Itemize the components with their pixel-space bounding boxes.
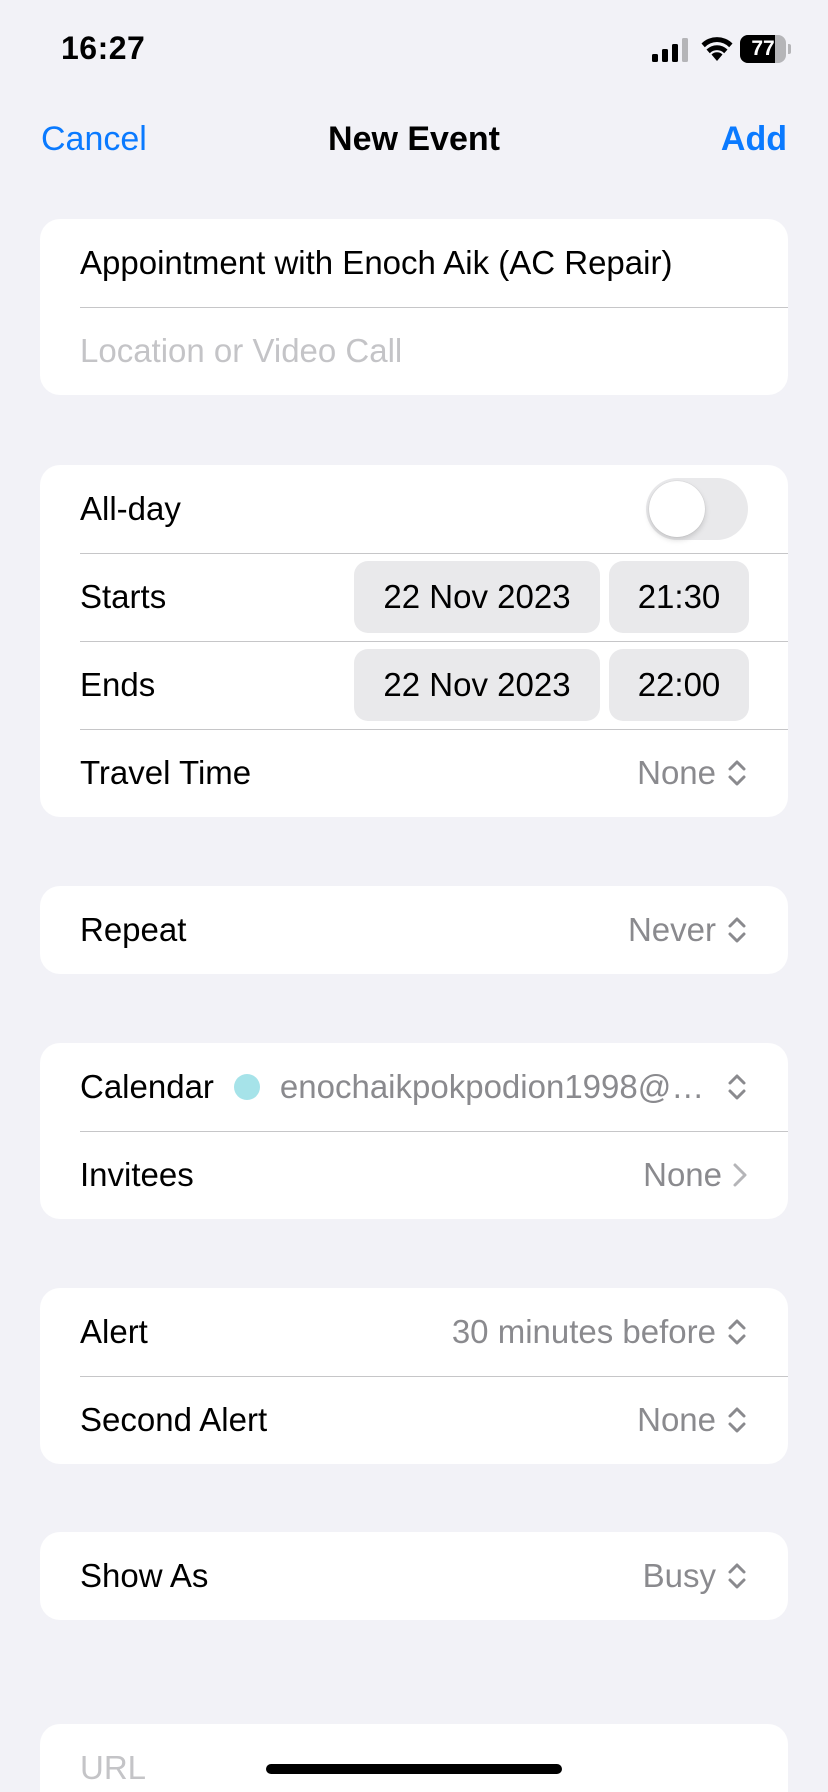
ends-label: Ends <box>80 666 156 703</box>
timing-card: All-day Starts 22 Nov 2023 21:30 Ends 22… <box>40 465 788 817</box>
travel-time-row[interactable]: Travel Time None <box>40 729 788 817</box>
show-as-card: Show As Busy <box>40 1532 788 1620</box>
status-bar: 16:27 77 <box>0 0 828 100</box>
chevron-right-icon <box>733 1163 747 1187</box>
url-placeholder: URL <box>80 1749 147 1786</box>
calendar-selector[interactable] <box>726 1072 748 1102</box>
home-indicator <box>266 1764 562 1774</box>
repeat-label: Repeat <box>80 911 187 948</box>
invitees-label: Invitees <box>80 1156 194 1193</box>
updown-chevron-icon <box>728 1074 746 1100</box>
travel-time-selector[interactable]: None <box>637 754 748 792</box>
allday-row: All-day <box>40 465 788 553</box>
alert-selector[interactable]: 30 minutes before <box>452 1313 748 1351</box>
title-field[interactable]: Appointment with Enoch Aik (AC Repair) <box>40 219 788 307</box>
signal-icon <box>652 38 688 62</box>
invitees-selector[interactable]: None <box>643 1156 748 1194</box>
battery-percentage: 77 <box>751 37 775 60</box>
starts-row: Starts 22 Nov 2023 21:30 <box>40 553 788 641</box>
event-title-text: Appointment with Enoch Aik (AC Repair) <box>80 244 673 281</box>
show-as-value: Busy <box>642 1557 716 1594</box>
new-event-screen: 16:27 77 Cancel New Event Add Appointmen <box>0 0 828 1792</box>
location-placeholder: Location or Video Call <box>80 332 403 369</box>
status-time: 16:27 <box>61 30 146 66</box>
second-alert-row[interactable]: Second Alert None <box>40 1376 788 1464</box>
second-alert-value: None <box>637 1401 716 1438</box>
alert-label: Alert <box>80 1313 148 1350</box>
add-button[interactable]: Add <box>721 120 787 159</box>
location-field[interactable]: Location or Video Call <box>40 307 788 395</box>
updown-chevron-icon <box>728 1319 746 1345</box>
invitees-value: None <box>643 1156 722 1193</box>
repeat-row[interactable]: Repeat Never <box>40 886 788 974</box>
url-field[interactable]: URL <box>40 1724 788 1792</box>
calendar-row[interactable]: Calendar enochaikpokpodion1998@… <box>40 1043 788 1131</box>
second-alert-label: Second Alert <box>80 1401 268 1438</box>
calendar-name: enochaikpokpodion1998@… <box>279 1068 705 1105</box>
show-as-selector[interactable]: Busy <box>643 1557 748 1595</box>
travel-time-value: None <box>637 754 716 791</box>
updown-chevron-icon <box>728 1563 746 1589</box>
toggle-knob <box>649 481 705 537</box>
battery-icon: 77 <box>740 35 791 63</box>
invitees-row[interactable]: Invitees None <box>40 1131 788 1219</box>
travel-time-label: Travel Time <box>80 754 252 791</box>
ends-row: Ends 22 Nov 2023 22:00 <box>40 641 788 729</box>
second-alert-selector[interactable]: None <box>637 1401 748 1439</box>
end-time-button[interactable]: 22:00 <box>609 649 749 721</box>
alert-row[interactable]: Alert 30 minutes before <box>40 1288 788 1376</box>
wifi-icon <box>701 37 733 61</box>
alert-value: 30 minutes before <box>451 1313 716 1350</box>
show-as-row[interactable]: Show As Busy <box>40 1532 788 1620</box>
cancel-button[interactable]: Cancel <box>41 120 147 159</box>
navigation-bar: Cancel New Event Add <box>0 100 828 180</box>
updown-chevron-icon <box>728 1407 746 1433</box>
calendar-color-dot <box>233 1074 260 1100</box>
repeat-card: Repeat Never <box>40 886 788 974</box>
repeat-selector[interactable]: Never <box>628 911 748 949</box>
show-as-label: Show As <box>80 1557 209 1594</box>
calendar-card: Calendar enochaikpokpodion1998@… Invitee… <box>40 1043 788 1219</box>
title-location-card: Appointment with Enoch Aik (AC Repair) L… <box>40 219 788 395</box>
start-time-button[interactable]: 21:30 <box>609 561 749 633</box>
alerts-card: Alert 30 minutes before Second Alert Non… <box>40 1288 788 1464</box>
allday-toggle[interactable] <box>646 478 748 540</box>
calendar-label: Calendar <box>80 1068 214 1105</box>
start-date-button[interactable]: 22 Nov 2023 <box>354 561 600 633</box>
end-date-button[interactable]: 22 Nov 2023 <box>354 649 600 721</box>
repeat-value: Never <box>627 911 716 948</box>
updown-chevron-icon <box>728 917 746 943</box>
updown-chevron-icon <box>728 760 746 786</box>
allday-label: All-day <box>80 490 181 527</box>
starts-label: Starts <box>80 578 167 615</box>
url-card: URL <box>40 1724 788 1792</box>
